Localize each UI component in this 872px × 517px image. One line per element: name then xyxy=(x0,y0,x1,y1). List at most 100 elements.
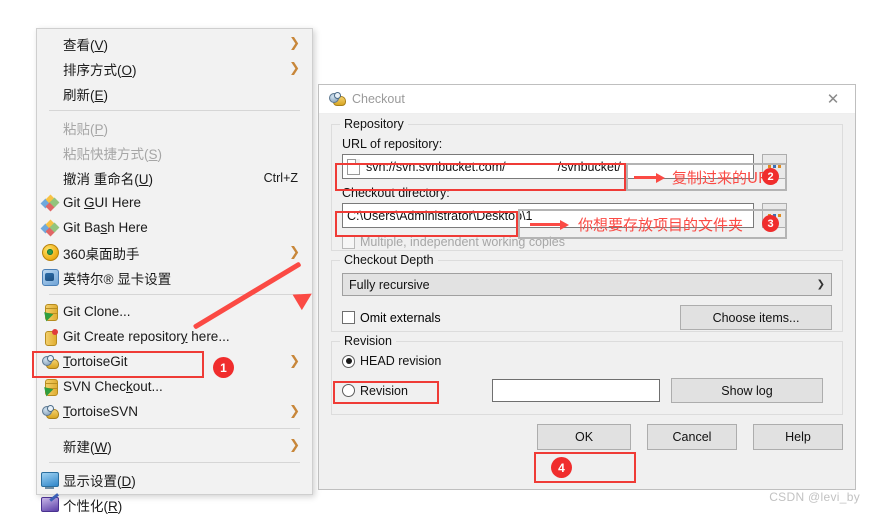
step-badge-1: 1 xyxy=(213,357,234,378)
menu-item-label: SVN Checkout... xyxy=(63,379,163,394)
help-button[interactable]: Help xyxy=(753,424,843,450)
menu-separator xyxy=(49,294,300,295)
url-annotation-text: 复制过来的URL xyxy=(672,169,777,187)
revision-group-title: Revision xyxy=(340,334,396,348)
menu-item-label: Git Create repository here... xyxy=(63,329,230,344)
multiple-copies-label: Multiple, independent working copies xyxy=(360,235,565,249)
menu-item-personalize[interactable]: 个性化(R) xyxy=(37,492,312,517)
menu-item-label: 新建(W) xyxy=(63,439,112,455)
choose-items-button[interactable]: Choose items... xyxy=(680,305,832,330)
omit-externals-label: Omit externals xyxy=(360,310,441,325)
dialog-buttons: OK Cancel Help xyxy=(331,424,843,450)
ok-label: OK xyxy=(574,430,594,444)
menu-item-360-assistant[interactable]: 360桌面助手 ❯ xyxy=(37,240,312,265)
directory-annotation-text: 你想要存放项目的文件夹 xyxy=(578,216,744,234)
redacted-username xyxy=(505,160,558,173)
menu-icon-placeholder xyxy=(37,143,63,163)
menu-item-label: 粘贴快捷方式(S) xyxy=(63,146,163,162)
checkout-depth-value: Fully recursive xyxy=(349,277,430,292)
ok-button[interactable]: OK xyxy=(537,424,631,450)
git-diamonds-icon xyxy=(37,193,63,213)
url-annotation-arrow-shaft xyxy=(634,176,658,179)
dialog-titlebar[interactable]: Checkout ✕ xyxy=(319,85,855,114)
menu-item-view[interactable]: 查看(V) ❯ xyxy=(37,31,312,56)
depth-options-row: Omit externals Choose items... xyxy=(342,305,832,330)
chevron-right-icon: ❯ xyxy=(289,245,300,260)
menu-item-tortoisegit[interactable]: TortoiseGit ❯ xyxy=(37,349,312,374)
menu-item-refresh[interactable]: 刷新(E) xyxy=(37,81,312,106)
menu-item-label: Git GUI Here xyxy=(63,195,142,210)
menu-item-accelerator: Ctrl+Z xyxy=(263,170,298,185)
tortoise-svn-icon xyxy=(329,92,346,106)
checkout-dialog: Checkout ✕ Repository URL of repository:… xyxy=(318,84,856,490)
git-clone-icon xyxy=(37,302,63,322)
url-value-prefix: svn://svn.svnbucket.com/ xyxy=(366,159,506,174)
specific-revision-label: Revision xyxy=(360,383,408,398)
cancel-button[interactable]: Cancel xyxy=(647,424,737,450)
display-settings-icon xyxy=(37,470,63,490)
cancel-label: Cancel xyxy=(672,430,712,444)
tortoise-git-icon xyxy=(37,352,63,372)
menu-item-label: 排序方式(O) xyxy=(63,62,137,78)
intel-graphics-icon xyxy=(37,268,63,288)
directory-annotation-arrow-shaft xyxy=(530,223,562,226)
omit-externals-checkbox[interactable] xyxy=(342,311,355,324)
show-log-button[interactable]: Show log xyxy=(671,378,823,403)
url-annotation-arrow-head xyxy=(656,172,665,183)
help-label: Help xyxy=(785,430,811,444)
menu-item-sort-by[interactable]: 排序方式(O) ❯ xyxy=(37,56,312,81)
menu-item-undo-rename[interactable]: 撤消 重命名(U) Ctrl+Z xyxy=(37,165,312,190)
menu-icon-placeholder xyxy=(37,168,63,188)
menu-item-label: 个性化(R) xyxy=(63,498,123,514)
menu-item-git-clone[interactable]: Git Clone... xyxy=(37,299,312,324)
show-log-label: Show log xyxy=(721,383,773,398)
depth-combo-row: Fully recursive ❯ xyxy=(342,273,832,296)
svn-checkout-icon xyxy=(37,377,63,397)
menu-item-git-bash-here[interactable]: Git Bash Here xyxy=(37,215,312,240)
dialog-body: Repository URL of repository: svn://svn.… xyxy=(319,114,855,450)
menu-item-label: TortoiseGit xyxy=(63,354,128,369)
menu-item-new[interactable]: 新建(W) ❯ xyxy=(37,433,312,458)
menu-icon-placeholder xyxy=(37,436,63,456)
repository-group-title: Repository xyxy=(340,117,408,131)
chevron-right-icon: ❯ xyxy=(289,404,300,419)
menu-item-display-settings[interactable]: 显示设置(D) xyxy=(37,467,312,492)
chevron-right-icon: ❯ xyxy=(289,61,300,76)
revision-input[interactable] xyxy=(492,379,660,402)
menu-item-label: 显示设置(D) xyxy=(63,473,136,489)
revision-group: Revision HEAD revision Revision Show log xyxy=(331,334,843,415)
menu-item-label: 撤消 重命名(U) xyxy=(63,171,153,187)
omit-externals-row[interactable]: Omit externals xyxy=(342,311,441,325)
multiple-copies-row: Multiple, independent working copies xyxy=(342,235,832,249)
directory-annotation-arrow-head xyxy=(560,219,569,230)
specific-revision-row[interactable]: Revision xyxy=(342,384,492,398)
step-badge-3: 3 xyxy=(762,215,779,232)
chevron-down-icon: ❯ xyxy=(816,279,825,290)
menu-separator xyxy=(49,462,300,463)
360-assistant-icon xyxy=(37,243,63,263)
menu-item-git-create-repository[interactable]: Git Create repository here... xyxy=(37,324,312,349)
checkout-depth-group-title: Checkout Depth xyxy=(340,253,438,267)
chevron-right-icon: ❯ xyxy=(289,438,300,453)
head-revision-radio[interactable] xyxy=(342,354,355,368)
specific-revision-radio[interactable] xyxy=(342,384,355,397)
menu-item-tortoisesvn[interactable]: TortoiseSVN ❯ xyxy=(37,399,312,424)
menu-item-label: 查看(V) xyxy=(63,37,109,53)
menu-item-label: 粘贴(P) xyxy=(63,121,109,137)
revision-row: Revision Show log xyxy=(342,378,832,403)
menu-icon-placeholder xyxy=(37,84,63,104)
personalize-icon xyxy=(37,495,63,515)
menu-separator xyxy=(49,428,300,429)
desktop-context-menu[interactable]: 查看(V) ❯ 排序方式(O) ❯ 刷新(E) 粘贴(P) 粘贴快捷方式(S) … xyxy=(36,28,313,514)
menu-item-git-gui-here[interactable]: Git GUI Here xyxy=(37,190,312,215)
directory-value: C:\Users\Administrator\Desktop\1 xyxy=(347,208,533,223)
menu-separator xyxy=(49,110,300,111)
choose-items-label: Choose items... xyxy=(712,310,800,325)
close-icon[interactable]: ✕ xyxy=(811,85,855,113)
step-badge-4: 4 xyxy=(551,457,572,478)
menu-item-label: Git Clone... xyxy=(63,304,131,319)
head-revision-row[interactable]: HEAD revision xyxy=(342,354,832,368)
directory-label: Checkout directory: xyxy=(342,186,450,200)
checkout-depth-select[interactable]: Fully recursive ❯ xyxy=(342,273,832,296)
menu-item-svn-checkout[interactable]: SVN Checkout... xyxy=(37,374,312,399)
